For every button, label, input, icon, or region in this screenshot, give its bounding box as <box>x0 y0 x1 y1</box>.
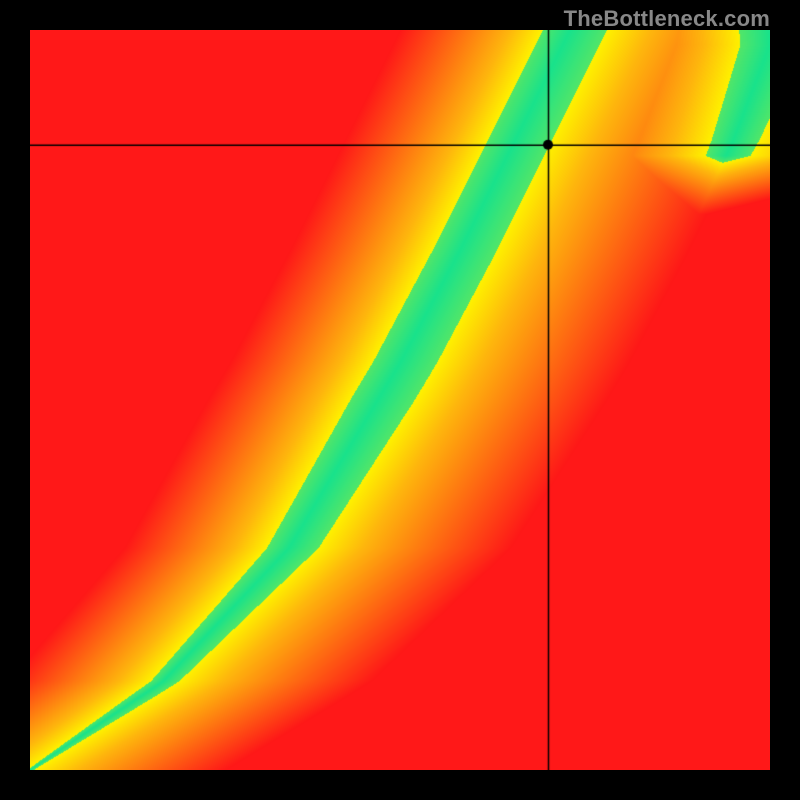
bottleneck-heatmap <box>30 30 770 770</box>
watermark-text: TheBottleneck.com <box>564 6 770 32</box>
